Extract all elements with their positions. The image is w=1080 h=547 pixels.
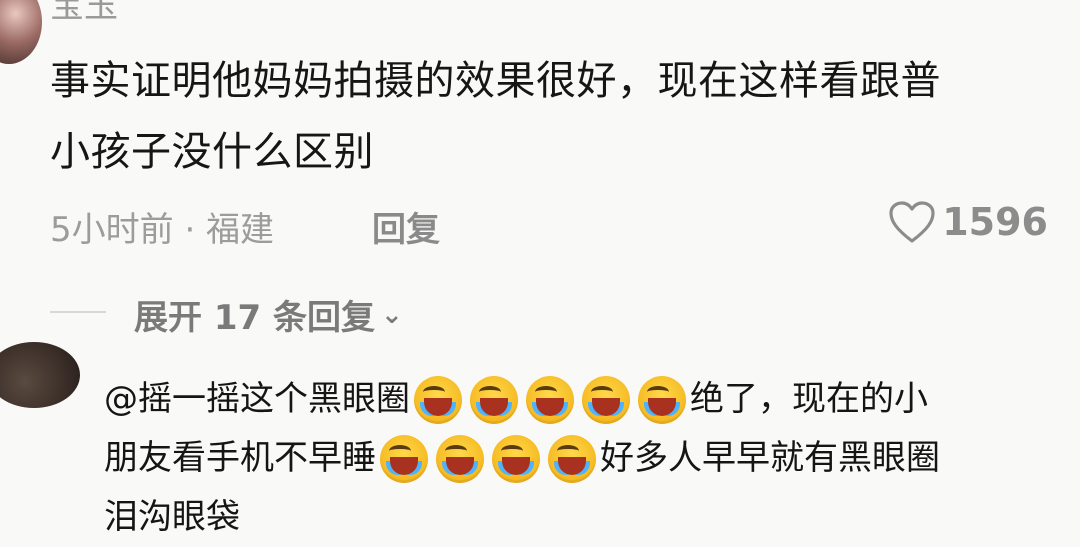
laughing-crying-emoji-icon	[414, 375, 462, 424]
username[interactable]: 宝玉	[50, 0, 118, 27]
laughing-crying-emoji-icon	[582, 375, 630, 424]
laughing-crying-emoji-icon	[526, 375, 574, 424]
heart-icon	[889, 201, 935, 243]
comment-text: 事实证明他妈妈拍摄的效果很好，现在这样看跟普 小孩子没什么区别	[50, 46, 1080, 188]
chevron-down-icon: ⌄	[381, 299, 403, 330]
laughing-crying-emoji-icon	[548, 434, 596, 483]
like-count: 1596	[942, 200, 1048, 244]
laughing-crying-emoji-icon	[492, 434, 540, 483]
laughing-crying-emoji-icon	[436, 434, 484, 483]
mention-text: @摇一摇这个黑眼圈	[104, 379, 410, 419]
comment-fragment: 泪沟眼袋	[104, 497, 240, 537]
avatar[interactable]	[0, 0, 42, 64]
laughing-crying-emoji-icon	[638, 375, 686, 424]
avatar[interactable]	[0, 342, 80, 408]
comment-line: 小孩子没什么区别	[50, 129, 374, 175]
comment-line: 事实证明他妈妈拍摄的效果很好，现在这样看跟普	[50, 58, 941, 104]
like-button[interactable]: 1596	[888, 200, 1048, 244]
comment-fragment: 朋友看手机不早睡	[104, 438, 376, 478]
expand-replies-label: 展开 17 条回复	[134, 298, 375, 338]
comment-fragment: 绝了，现在的小	[690, 379, 928, 419]
reply-comment-text: @摇一摇这个黑眼圈 绝了，现在的小 朋友看手机不早睡 好多人早早就有黑眼圈 泪沟…	[104, 370, 1064, 547]
divider	[50, 311, 106, 313]
laughing-crying-emoji-icon	[470, 375, 518, 424]
comment-fragment: 好多人早早就有黑眼圈	[600, 438, 940, 478]
comment-line: 泪沟眼袋	[104, 488, 1064, 547]
comment-line: 朋友看手机不早睡 好多人早早就有黑眼圈	[104, 429, 1064, 488]
expand-replies-button[interactable]: 展开 17 条回复 ⌄	[134, 290, 403, 339]
reply-button[interactable]: 回复	[372, 202, 440, 251]
comment-line: @摇一摇这个黑眼圈 绝了，现在的小	[104, 370, 1064, 429]
comment-meta: 5小时前 · 福建	[50, 210, 275, 250]
laughing-crying-emoji-icon	[380, 434, 428, 483]
